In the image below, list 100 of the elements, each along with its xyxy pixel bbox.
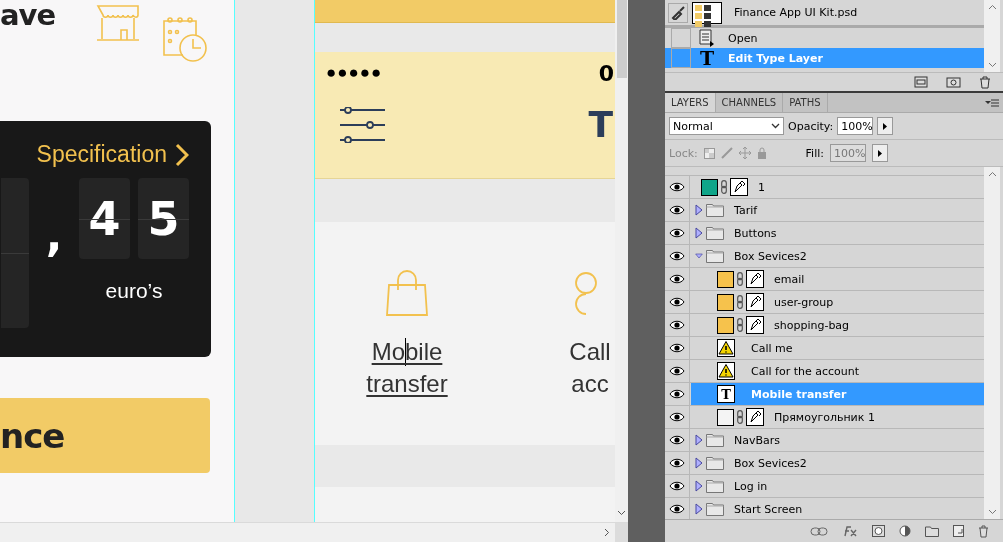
layer-name[interactable]: Прямоугольник 1: [774, 410, 875, 424]
layer-name[interactable]: Tarif: [734, 203, 758, 217]
text-cursor: [405, 338, 406, 366]
history-brush-toggle[interactable]: [671, 28, 691, 48]
eye-icon[interactable]: [669, 389, 685, 399]
layer-row[interactable]: NavBars: [665, 429, 984, 452]
panel-tab[interactable]: LAYERS: [665, 93, 716, 112]
layers-scrollbar[interactable]: [984, 167, 1000, 519]
history-step[interactable]: T Edit Type Layer: [665, 48, 984, 68]
horizontal-scrollbar[interactable]: [0, 522, 628, 542]
history-step[interactable]: Open: [665, 28, 984, 48]
layer-row[interactable]: Call me: [665, 337, 984, 360]
eye-icon[interactable]: [669, 182, 685, 192]
layer-row[interactable]: Log in: [665, 475, 984, 498]
service-label[interactable]: Mobile transfer: [366, 336, 448, 400]
layer-row[interactable]: email: [665, 268, 984, 291]
new-layer-icon[interactable]: [953, 525, 964, 537]
eye-icon[interactable]: [669, 251, 685, 261]
vector-mask-icon: [746, 316, 764, 334]
collapse-triangle-icon[interactable]: [695, 252, 703, 260]
layer-row[interactable]: Buttons: [665, 222, 984, 245]
effects-icon[interactable]: [842, 525, 858, 537]
layer-row[interactable]: Box Sevices2: [665, 245, 984, 268]
chevron-down-icon[interactable]: [987, 62, 997, 68]
vector-mask-icon: [730, 178, 748, 196]
panel-menu-icon[interactable]: [985, 98, 999, 107]
opacity-label: Opacity:: [788, 119, 834, 133]
expand-triangle-icon[interactable]: [695, 457, 703, 469]
heading: ave: [0, 0, 56, 32]
link-icon[interactable]: [810, 526, 828, 536]
opacity-field[interactable]: 100%: [837, 117, 874, 135]
layer-row[interactable]: user-group: [665, 291, 984, 314]
panel-tab[interactable]: CHANNELS: [715, 93, 784, 112]
opacity-arrow-button[interactable]: [877, 117, 894, 135]
eye-icon[interactable]: [669, 343, 685, 353]
layer-row[interactable]: Tarif: [665, 199, 984, 222]
eye-icon[interactable]: [669, 320, 685, 330]
eye-icon[interactable]: [669, 274, 685, 284]
eye-icon[interactable]: [669, 228, 685, 238]
eye-icon[interactable]: [669, 297, 685, 307]
chevron-right-icon[interactable]: [604, 528, 610, 537]
layer-name[interactable]: Start Screen: [734, 502, 803, 516]
layer-row[interactable]: Start Screen: [665, 498, 984, 519]
eye-icon[interactable]: [669, 412, 685, 422]
currency-label: euro’s: [105, 279, 163, 304]
expand-triangle-icon[interactable]: [695, 227, 703, 239]
history-brush-toggle[interactable]: [668, 2, 688, 23]
expand-triangle-icon[interactable]: [695, 434, 703, 446]
eye-icon[interactable]: [669, 458, 685, 468]
chevron-down-icon: [771, 123, 780, 129]
folder-icon: [706, 249, 724, 263]
mask-icon[interactable]: [872, 525, 885, 537]
store-icon: [95, 3, 142, 41]
eye-icon[interactable]: [669, 435, 685, 445]
layer-name[interactable]: NavBars: [734, 433, 781, 447]
eye-icon[interactable]: [669, 504, 685, 514]
history-brush-toggle[interactable]: [671, 48, 691, 68]
adjustment-icon[interactable]: [899, 525, 911, 537]
snapshot-name[interactable]: Finance App UI Kit.psd: [734, 6, 858, 19]
layer-row[interactable]: Box Sevices2: [665, 452, 984, 475]
document-thumbnail: [692, 1, 722, 24]
folder-icon[interactable]: [925, 525, 939, 537]
blend-mode-dropdown[interactable]: Normal: [669, 117, 784, 135]
chevron-down-icon[interactable]: [617, 510, 626, 516]
layer-row[interactable]: 1: [665, 176, 984, 199]
new-document-icon[interactable]: [914, 76, 928, 88]
layer-row[interactable]: Прямоугольник 1: [665, 406, 984, 429]
chevron-up-icon[interactable]: [987, 171, 997, 177]
balance-button[interactable]: nce: [0, 398, 210, 473]
layer-name[interactable]: Buttons: [734, 226, 777, 240]
eye-icon[interactable]: [669, 205, 685, 215]
expand-triangle-icon[interactable]: [695, 480, 703, 492]
layer-name[interactable]: 1: [758, 180, 765, 194]
specification-link[interactable]: Specification: [36, 141, 189, 168]
layer-name[interactable]: Box Sevices2: [734, 249, 807, 263]
camera-icon[interactable]: [946, 76, 961, 88]
layer-name[interactable]: Call me: [751, 341, 793, 355]
lock-label: Lock:: [669, 146, 698, 160]
history-scrollbar[interactable]: [984, 0, 1000, 72]
expand-triangle-icon[interactable]: [695, 503, 703, 515]
layer-row[interactable]: shopping-bag: [665, 314, 984, 337]
scrollbar-thumb[interactable]: [616, 0, 627, 78]
layer-name[interactable]: user-group: [774, 295, 834, 309]
layer-name[interactable]: shopping-bag: [774, 318, 850, 332]
vertical-scrollbar[interactable]: [615, 0, 628, 522]
layer-name[interactable]: email: [774, 272, 805, 286]
chevron-down-icon[interactable]: [987, 509, 997, 515]
expand-triangle-icon[interactable]: [695, 204, 703, 216]
layer-name[interactable]: Call for the account: [751, 364, 860, 378]
panel-tab[interactable]: PATHS: [783, 93, 828, 112]
eye-icon[interactable]: [669, 481, 685, 491]
service-label[interactable]: Call acc: [569, 336, 611, 400]
layer-name[interactable]: Box Sevices2: [734, 456, 807, 470]
chevron-up-icon[interactable]: [987, 4, 997, 10]
fill-label: Fill:: [805, 146, 824, 160]
trash-icon[interactable]: [979, 75, 991, 89]
trash-icon[interactable]: [978, 524, 989, 538]
fill-arrow-button[interactable]: [872, 144, 888, 162]
layer-name[interactable]: Log in: [734, 479, 768, 493]
eye-icon[interactable]: [669, 366, 685, 376]
